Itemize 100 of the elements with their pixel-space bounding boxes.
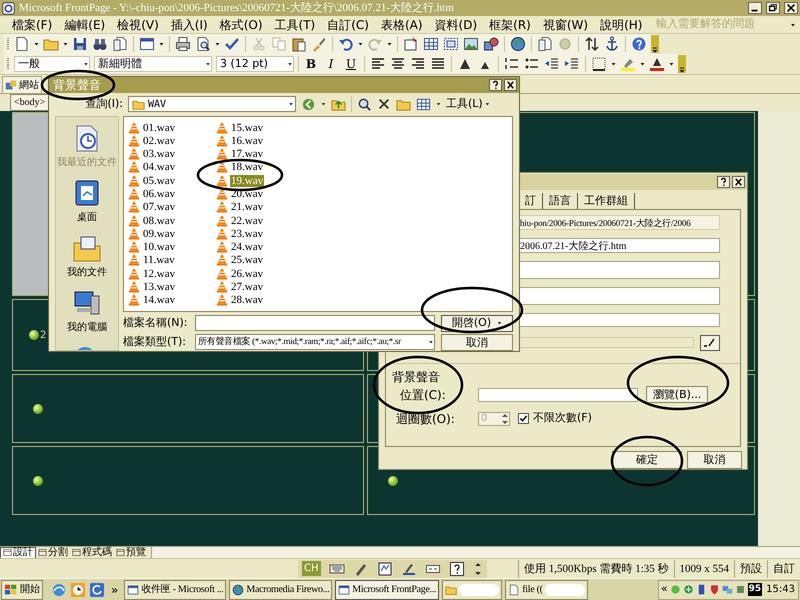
picture-icon[interactable] (463, 36, 479, 52)
file-item[interactable]: 23.wav (230, 228, 264, 240)
file-item[interactable]: 08.wav (142, 214, 176, 227)
menu-item[interactable]: 插入(I) (164, 16, 214, 34)
file-item[interactable]: 04.wav (142, 161, 176, 174)
website-tab[interactable]: 網站 (2, 76, 42, 93)
location-field[interactable]: hiu-pon/2006-Pictures/20060721-大陸之行/2006 (519, 214, 720, 230)
view-tab[interactable]: 程式碼 (70, 546, 114, 558)
font-dropdown[interactable]: 新細明體 (94, 56, 212, 72)
views-icon[interactable] (416, 96, 431, 112)
file-item[interactable]: 17.wav (230, 148, 264, 160)
menu-item[interactable]: 格式(O) (214, 16, 269, 34)
text-field[interactable] (519, 337, 694, 348)
font-size-dropdown[interactable]: 3 (12 pt) (216, 56, 294, 72)
undo-icon[interactable] (338, 36, 354, 52)
menu-item[interactable]: 檔案(F) (6, 16, 58, 34)
file-item[interactable]: 16.wav (230, 134, 264, 147)
taskbar-button[interactable]: Macromedia Firewo... (229, 580, 332, 600)
file-type-dropdown[interactable]: 所有聲音檔案 (*.wav;*.mid;*.ram;*.ra;*.aif;*.aifc;*.au;*.sr (195, 334, 435, 350)
taskbar-button[interactable] (442, 580, 502, 600)
pages-icon[interactable] (112, 36, 128, 52)
taskbar-button[interactable]: file (( (505, 580, 588, 600)
back-icon[interactable] (301, 96, 316, 112)
file-item[interactable]: 05.wav (142, 174, 176, 187)
arrows-icon[interactable] (584, 36, 600, 52)
file-item[interactable]: 26.wav (230, 268, 264, 280)
file-item[interactable]: 03.wav (142, 148, 176, 160)
look-in-dropdown[interactable]: WAV (128, 96, 296, 112)
justify-icon[interactable] (430, 56, 446, 72)
search-icon[interactable] (357, 96, 372, 112)
text-field[interactable] (519, 312, 720, 327)
file-item[interactable]: 10.wav (142, 241, 176, 254)
dialog-tab[interactable]: 語言 (543, 192, 578, 209)
help-icon[interactable] (448, 560, 465, 576)
menu-item[interactable]: 框架(R) (483, 16, 537, 34)
taskbar-button[interactable]: 收件匣 - Microsoft ... (124, 580, 226, 600)
options-icon[interactable] (472, 560, 483, 576)
checkbox[interactable] (518, 413, 529, 424)
file-item[interactable]: 12.wav (142, 268, 176, 280)
print-preview-icon[interactable] (195, 36, 211, 52)
format-button[interactable]: I (323, 56, 339, 72)
printer-icon[interactable] (175, 36, 191, 52)
minimize-icon[interactable] (748, 2, 762, 14)
start-button[interactable]: 開始 (1, 580, 43, 600)
brush-icon[interactable] (311, 36, 327, 52)
file-name-field[interactable] (195, 315, 435, 331)
restore-icon[interactable] (766, 2, 780, 14)
browse-button[interactable]: 瀏覽(B)... (646, 386, 708, 404)
dialog-tab[interactable]: 工作群組 (578, 192, 635, 209)
close-icon[interactable] (784, 2, 798, 14)
view-tab[interactable]: 分割 (36, 546, 70, 558)
view-tab[interactable]: 設計 (0, 546, 36, 558)
align-center-icon[interactable] (390, 56, 406, 72)
menu-item[interactable]: 說明(H) (594, 16, 648, 34)
file-item[interactable]: 01.wav (142, 122, 176, 134)
shield-icon[interactable] (708, 584, 720, 595)
menu-item[interactable]: 表格(A) (374, 16, 429, 34)
globe-icon[interactable] (510, 36, 526, 52)
edit-button-icon[interactable] (700, 334, 720, 351)
overflow-icon[interactable] (651, 35, 659, 53)
text-field[interactable] (519, 260, 720, 279)
numbered-list-icon[interactable] (504, 56, 520, 72)
help-search-field[interactable]: 輸入需要解答的問題 (656, 16, 786, 33)
file-item[interactable]: 21.wav (230, 201, 264, 214)
monitors-icon[interactable] (722, 584, 733, 595)
file-item[interactable]: 13.wav (142, 281, 176, 294)
more-chevron[interactable]: » (108, 580, 122, 598)
overflow-icon[interactable] (678, 55, 686, 73)
format-button[interactable]: U (343, 56, 359, 72)
help-icon[interactable] (489, 79, 502, 91)
file-item[interactable]: 09.wav (142, 228, 176, 240)
tools-menu[interactable]: 工具(L) (446, 96, 490, 112)
text-field[interactable] (519, 286, 720, 305)
menu-item[interactable]: 視窗(W) (536, 16, 594, 34)
taskbar-button[interactable]: Microsoft FrontPage... (335, 580, 440, 600)
new-page-icon[interactable] (14, 36, 30, 52)
file-item[interactable]: 14.wav (142, 294, 176, 306)
ok-button[interactable]: 確定 (612, 450, 682, 469)
font-color-icon[interactable] (649, 56, 665, 72)
horizontal-scrollbar[interactable] (151, 546, 800, 558)
menu-item[interactable]: 資料(D) (428, 16, 484, 34)
toolbar-grip[interactable] (6, 36, 10, 52)
spin-arrows-icon[interactable] (501, 412, 509, 426)
help-icon[interactable] (717, 176, 730, 188)
location-input[interactable] (478, 388, 638, 402)
file-item[interactable]: 19.wav (230, 174, 264, 187)
view-tab[interactable]: 預覽 (114, 546, 148, 558)
anchor-icon[interactable] (604, 36, 620, 52)
file-item[interactable]: 02.wav (142, 134, 176, 147)
places-item[interactable]: 我的電腦 (67, 288, 107, 335)
title-field[interactable]: 2006.07.21-大陸之行.htm (519, 238, 720, 253)
cancel-button[interactable]: 取消 (441, 334, 513, 350)
frame-icon[interactable] (443, 36, 459, 52)
menu-item[interactable]: 自訂(C) (321, 16, 375, 34)
places-item[interactable]: 桌面 (71, 178, 103, 225)
component-icon[interactable] (403, 36, 419, 52)
shapes-icon[interactable] (483, 36, 499, 52)
file-item[interactable]: 06.wav (142, 188, 176, 200)
file-item[interactable]: 27.wav (230, 281, 264, 294)
delete-icon[interactable] (377, 97, 391, 111)
